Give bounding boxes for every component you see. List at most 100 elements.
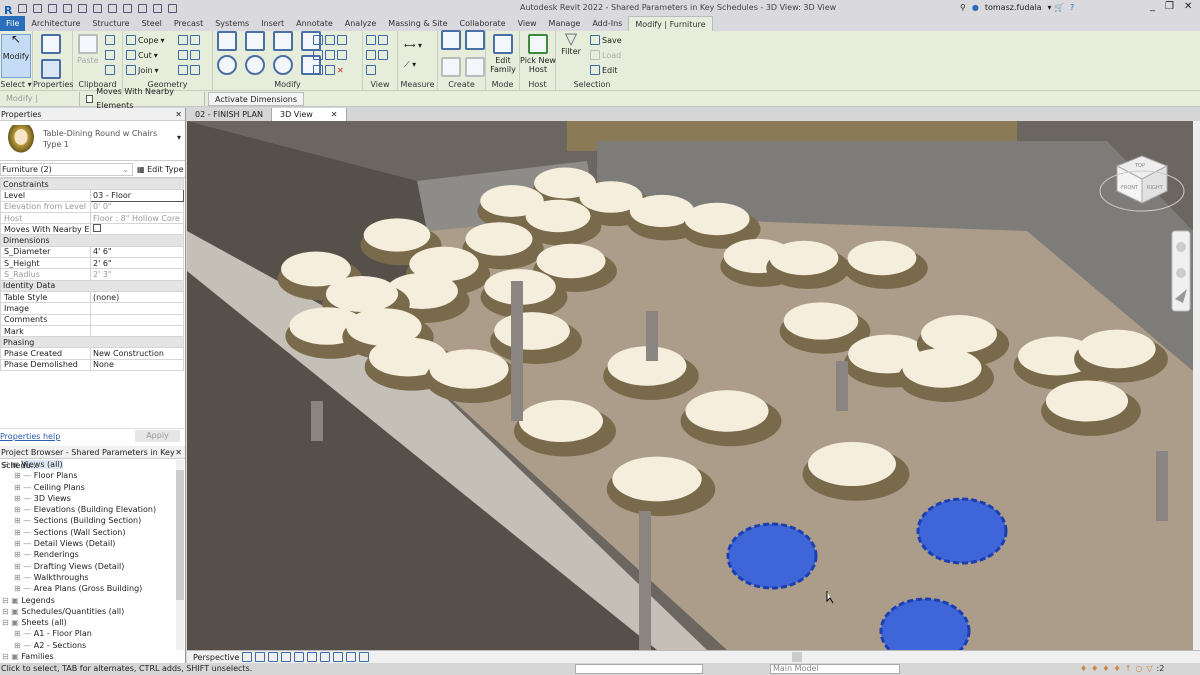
viewcube-top[interactable]: TOP [1134,163,1145,169]
expand-icon[interactable]: ⊞ — [14,494,34,503]
design-option-dropdown[interactable]: Main Model [770,664,900,674]
split-face-icon[interactable] [178,34,200,46]
close-icon[interactable]: ✕ [175,446,182,459]
tab-structure[interactable]: Structure [86,16,135,31]
dining-table[interactable] [465,222,533,256]
level-field[interactable]: 03 - Floor [90,189,184,202]
browser-item[interactable]: ⊟ ▣ Schedules/Quantities (all) [0,606,185,617]
edit-selection-button[interactable]: Edit [590,64,618,76]
close-icon[interactable]: ✕ [175,108,182,121]
join-button[interactable]: Join ▾ [126,64,159,76]
mirror-icons[interactable] [313,34,347,46]
cope-button[interactable]: Cope ▾ [126,34,165,46]
create-assembly-icon[interactable] [441,57,485,77]
property-checkbox[interactable] [90,223,184,236]
dining-table[interactable] [494,312,570,350]
property-group[interactable]: Phasing [0,336,184,349]
property-value[interactable]: New Construction [90,347,184,360]
3d-view-icon[interactable] [138,3,148,13]
property-row[interactable]: Mark [0,324,184,338]
expand-icon[interactable]: ⊞ — [14,641,34,650]
property-value[interactable]: 0' 0" [90,200,184,213]
tab-view[interactable]: View [512,16,543,31]
dining-table[interactable] [783,302,859,340]
tab-modify-furniture[interactable]: Modify | Furniture [628,16,713,31]
browser-item[interactable]: ⊞ — Walkthroughs [0,572,185,583]
wall-joins-icon[interactable] [178,49,200,61]
linework-icon[interactable] [366,64,376,76]
property-row[interactable]: Phase Created New Construction [0,347,184,360]
property-group[interactable]: Dimensions [0,234,184,247]
property-row[interactable]: HostFloor : 8" Hollow Core Pl... [0,211,184,225]
sun-path-icon[interactable] [255,652,266,662]
cut-clip-icon[interactable] [105,34,115,46]
viewcube-right[interactable]: RIGHT [1147,185,1164,191]
property-row[interactable]: Image [0,302,184,315]
expand-icon[interactable]: ⊞ — [14,573,34,582]
browser-item[interactable]: ⊞ — Elevations (Building Elevation) [0,504,185,515]
expand-icon[interactable]: ⊞ — [14,516,34,525]
match-type-icon[interactable] [105,64,115,76]
activate-dimensions-button[interactable]: Activate Dimensions [208,91,305,106]
instance-filter-dropdown[interactable]: Furniture (2) ⌄ [0,162,133,176]
switch-windows-icon[interactable] [168,3,178,13]
property-value[interactable]: Floor : 8" Hollow Core Pl... [90,211,184,225]
property-group[interactable]: Constraints [0,177,184,191]
sync-icon[interactable] [48,3,58,13]
tab-massing-site[interactable]: Massing & Site [382,16,453,31]
properties-help-link[interactable]: Properties help [0,432,60,441]
override-icon[interactable] [366,49,388,61]
lock-view-icon[interactable] [294,652,305,662]
expand-icon[interactable]: ⊞ — [14,483,34,492]
tab-precast[interactable]: Precast [168,16,209,31]
copy-icon[interactable] [105,49,115,61]
minimize-button[interactable]: _ [1150,1,1155,12]
expand-icon[interactable]: ⊞ — [14,562,34,571]
analytical-icon[interactable] [333,652,344,662]
expand-icon[interactable]: ⊞ — [14,539,34,548]
browser-item[interactable]: ⊞ — Area Plans (Gross Building) [0,583,185,594]
tab-3d-view[interactable]: 3D View ✕ [272,108,347,121]
dining-table[interactable] [685,390,769,432]
viewport-scrollbar[interactable] [1193,121,1200,650]
browser-item[interactable]: ⊞ — A2 - Sections [0,640,185,651]
browser-item[interactable]: ⊟ ▣ Families [0,651,185,662]
tab-systems[interactable]: Systems [209,16,255,31]
selected-table[interactable] [916,497,1008,565]
property-row[interactable]: S_Diameter 4' 6" [0,245,184,259]
load-selection-button[interactable]: Load [590,49,621,61]
selection-toggle-icons[interactable]: ♦♦♦♦↑○▽:2 [1080,663,1164,675]
browser-item[interactable]: ⊞ — Sections (Building Section) [0,515,185,526]
property-row[interactable]: Moves With Nearby Ele... [0,223,184,236]
edit-family-button[interactable]: Edit Family [488,34,518,74]
cut-button[interactable]: Cut ▾ [126,49,158,61]
tab-architecture[interactable]: Architecture [25,16,86,31]
property-group[interactable]: Identity Data [0,279,184,292]
tab-add-ins[interactable]: Add-Ins [586,16,628,31]
3d-viewport[interactable]: TOP FRONT RIGHT [187,121,1193,650]
browser-item[interactable]: ⊞ — 3D Views [0,493,185,504]
expand-icon[interactable]: ⊞ — [14,505,34,514]
paste-button[interactable]: Paste [77,34,99,65]
modify-tools-row2[interactable] [217,55,321,75]
dining-table[interactable] [1045,380,1129,422]
tab-steel[interactable]: Steel [136,16,168,31]
expand-icon[interactable]: ⊟ ▣ [2,618,21,627]
property-value[interactable]: (none) [90,290,184,304]
modify-button[interactable]: ↖ Modify [1,33,31,78]
tab-collaborate[interactable]: Collaborate [454,16,512,31]
property-row[interactable]: Comments [0,313,184,326]
expand-icon[interactable]: ⊟ ▣ [2,607,21,616]
browser-scrollbar[interactable] [176,460,184,650]
browser-item[interactable]: ⊞ — Ceiling Plans [0,482,185,493]
search-binoculars-icon[interactable]: ⚲ [960,3,966,12]
edit-type-button[interactable]: ▦ Edit Type [137,165,184,174]
property-row[interactable]: Table Style (none) [0,290,184,304]
reveal-hidden-icon[interactable] [320,652,331,662]
visual-style-icon[interactable] [242,652,253,662]
expand-icon[interactable]: ⊞ — [14,471,34,480]
dining-table[interactable] [612,456,702,502]
property-value[interactable] [90,302,184,315]
dimension-icon[interactable]: ⟋ ▾ [404,59,416,71]
selected-table[interactable] [726,522,818,590]
